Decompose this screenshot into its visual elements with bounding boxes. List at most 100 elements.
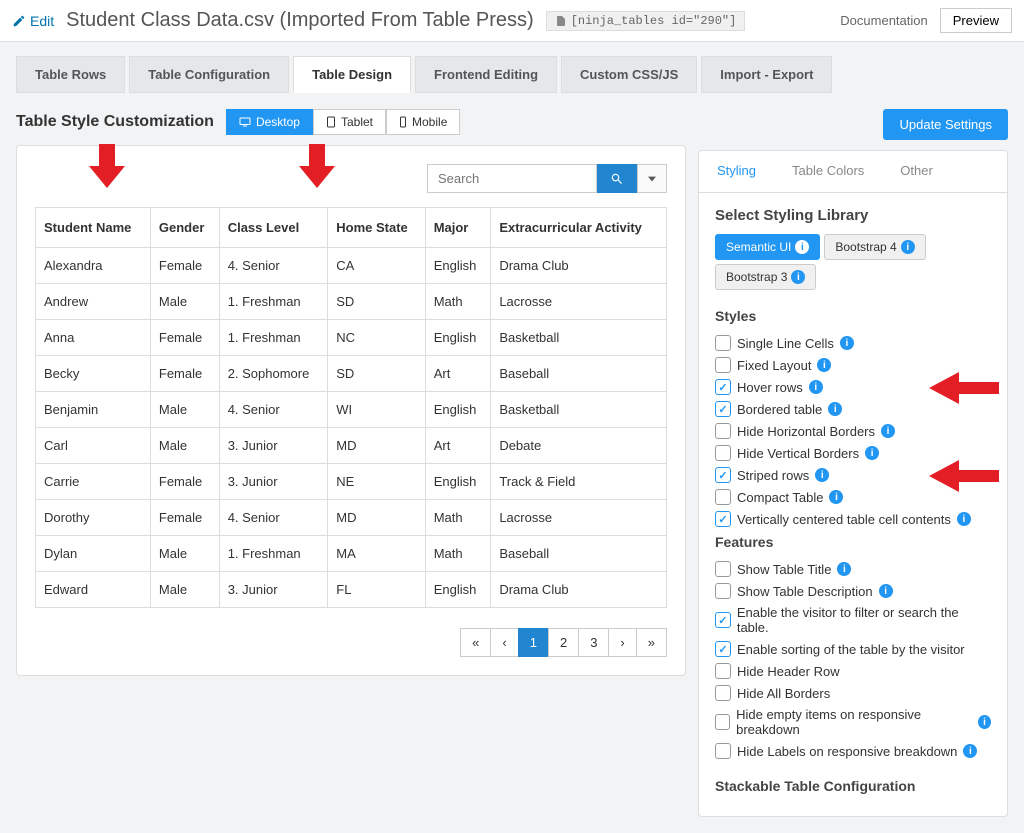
nav-tab[interactable]: Frontend Editing: [415, 56, 557, 93]
checkbox[interactable]: [715, 423, 731, 439]
table-cell: 4. Senior: [219, 500, 328, 536]
pager-first[interactable]: «: [460, 628, 491, 657]
edit-link[interactable]: Edit: [12, 13, 54, 29]
checkbox[interactable]: [715, 445, 731, 461]
checkbox[interactable]: [715, 663, 731, 679]
setting-row[interactable]: Hide Labels on responsive breakdowni: [715, 740, 991, 762]
pager-page[interactable]: 3: [578, 628, 609, 657]
setting-row[interactable]: Hide Header Row: [715, 660, 991, 682]
nav-tab[interactable]: Table Configuration: [129, 56, 289, 93]
sidebar-body: Select Styling Library Semantic UIiBoots…: [699, 193, 1007, 816]
setting-row[interactable]: Enable the visitor to filter or search t…: [715, 602, 991, 638]
update-settings-button[interactable]: Update Settings: [883, 109, 1008, 140]
setting-row[interactable]: Hide empty items on responsive breakdown…: [715, 704, 991, 740]
setting-row[interactable]: Enable sorting of the table by the visit…: [715, 638, 991, 660]
setting-row[interactable]: Vertically centered table cell contentsi: [715, 508, 991, 530]
checkbox[interactable]: [715, 357, 731, 373]
column-header[interactable]: Extracurricular Activity: [491, 208, 667, 248]
checkbox[interactable]: [715, 583, 731, 599]
checkbox[interactable]: [715, 641, 731, 657]
info-icon[interactable]: i: [837, 562, 851, 576]
documentation-link[interactable]: Documentation: [840, 13, 927, 28]
table-row: BeckyFemale2. SophomoreSDArtBaseball: [36, 356, 667, 392]
table-cell: Female: [150, 500, 219, 536]
shortcode-box[interactable]: [ninja_tables id="290"]: [546, 11, 746, 31]
info-icon[interactable]: i: [828, 402, 842, 416]
preview-button[interactable]: Preview: [940, 8, 1012, 33]
table-cell: Math: [425, 284, 491, 320]
setting-row[interactable]: Hover rowsi: [715, 376, 991, 398]
checkbox[interactable]: [715, 612, 731, 628]
setting-row[interactable]: Compact Tablei: [715, 486, 991, 508]
search-input[interactable]: [427, 164, 597, 193]
setting-row[interactable]: Show Table Titlei: [715, 558, 991, 580]
sidebar-tab[interactable]: Table Colors: [774, 151, 882, 192]
table-cell: Lacrosse: [491, 284, 667, 320]
column-header[interactable]: Home State: [328, 208, 425, 248]
table-cell: Lacrosse: [491, 500, 667, 536]
info-icon[interactable]: i: [829, 490, 843, 504]
column-header[interactable]: Class Level: [219, 208, 328, 248]
table-cell: Becky: [36, 356, 151, 392]
setting-row[interactable]: Hide All Borders: [715, 682, 991, 704]
library-button[interactable]: Bootstrap 4i: [824, 234, 925, 260]
table-cell: Debate: [491, 428, 667, 464]
table-preview-card: Student NameGenderClass LevelHome StateM…: [16, 145, 686, 676]
table-cell: Baseball: [491, 356, 667, 392]
setting-label: Hide Vertical Borders: [737, 446, 859, 461]
column-header[interactable]: Gender: [150, 208, 219, 248]
column-header[interactable]: Student Name: [36, 208, 151, 248]
info-icon[interactable]: i: [978, 715, 991, 729]
info-icon[interactable]: i: [963, 744, 977, 758]
checkbox[interactable]: [715, 467, 731, 483]
info-icon[interactable]: i: [817, 358, 831, 372]
info-icon[interactable]: i: [881, 424, 895, 438]
nav-tab[interactable]: Custom CSS/JS: [561, 56, 697, 93]
table-cell: MD: [328, 428, 425, 464]
pager-page[interactable]: 2: [548, 628, 579, 657]
checkbox[interactable]: [715, 561, 731, 577]
setting-row[interactable]: Striped rowsi: [715, 464, 991, 486]
table-cell: Male: [150, 284, 219, 320]
setting-row[interactable]: Bordered tablei: [715, 398, 991, 420]
section-header: Table Style Customization DesktopTabletM…: [16, 109, 686, 135]
info-icon[interactable]: i: [815, 468, 829, 482]
search-options-dropdown[interactable]: [637, 164, 667, 193]
annotation-arrow-down-icon: [297, 144, 337, 190]
table-cell: FL: [328, 572, 425, 608]
checkbox[interactable]: [715, 685, 731, 701]
info-icon[interactable]: i: [840, 336, 854, 350]
device-button-mobile[interactable]: Mobile: [386, 109, 460, 135]
library-button[interactable]: Bootstrap 3i: [715, 264, 816, 290]
nav-tab[interactable]: Table Rows: [16, 56, 125, 93]
checkbox[interactable]: [715, 401, 731, 417]
info-icon[interactable]: i: [865, 446, 879, 460]
setting-row[interactable]: Show Table Descriptioni: [715, 580, 991, 602]
table-cell: Male: [150, 572, 219, 608]
info-icon[interactable]: i: [809, 380, 823, 394]
sidebar-tab[interactable]: Styling: [699, 151, 774, 192]
pager-next[interactable]: ›: [608, 628, 636, 657]
setting-row[interactable]: Single Line Cellsi: [715, 332, 991, 354]
checkbox[interactable]: [715, 335, 731, 351]
pager-prev[interactable]: ‹: [490, 628, 518, 657]
column-header[interactable]: Major: [425, 208, 491, 248]
checkbox[interactable]: [715, 379, 731, 395]
setting-row[interactable]: Hide Horizontal Bordersi: [715, 420, 991, 442]
nav-tab[interactable]: Table Design: [293, 56, 411, 93]
nav-tab[interactable]: Import - Export: [701, 56, 832, 93]
pager-last[interactable]: »: [636, 628, 667, 657]
table-cell: MA: [328, 536, 425, 572]
search-button[interactable]: [597, 164, 637, 193]
pager-page[interactable]: 1: [518, 628, 549, 657]
checkbox[interactable]: [715, 511, 731, 527]
info-icon[interactable]: i: [957, 512, 971, 526]
library-button[interactable]: Semantic UIi: [715, 234, 820, 260]
checkbox[interactable]: [715, 489, 731, 505]
device-button-desktop[interactable]: Desktop: [226, 109, 313, 135]
device-button-tablet[interactable]: Tablet: [313, 109, 386, 135]
sidebar-tab[interactable]: Other: [882, 151, 951, 192]
checkbox[interactable]: [715, 714, 730, 730]
info-icon[interactable]: i: [879, 584, 893, 598]
checkbox[interactable]: [715, 743, 731, 759]
